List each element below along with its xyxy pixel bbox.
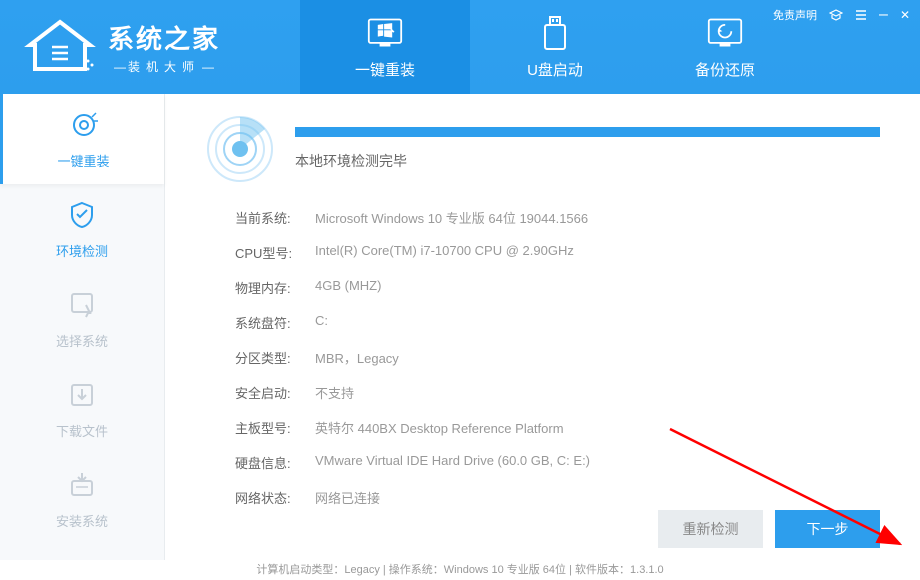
- tab-usb-boot[interactable]: U盘启动: [470, 0, 640, 94]
- info-value: Microsoft Windows 10 专业版 64位 19044.1566: [315, 208, 588, 227]
- graduation-icon[interactable]: [829, 9, 843, 21]
- recheck-button[interactable]: 重新检测: [658, 510, 763, 548]
- download-icon: [66, 379, 98, 411]
- info-label: 分区类型:: [235, 348, 315, 367]
- window-controls: 免责声明 – ✕: [773, 6, 910, 24]
- install-icon: [66, 469, 98, 501]
- info-value: Intel(R) Core(TM) i7-10700 CPU @ 2.90GHz: [315, 243, 574, 262]
- sidebar-item-download[interactable]: 下载文件: [0, 364, 164, 454]
- next-button[interactable]: 下一步: [775, 510, 880, 548]
- info-row-partition: 分区类型: MBR，Legacy: [235, 348, 880, 367]
- info-label: 主板型号:: [235, 418, 315, 437]
- sidebar-item-label: 下载文件: [56, 421, 108, 440]
- close-button[interactable]: ✕: [900, 8, 910, 22]
- info-label: 系统盘符:: [235, 313, 315, 332]
- info-row-network: 网络状态: 网络已连接: [235, 488, 880, 507]
- progress-area: 本地环境检测完毕: [295, 127, 880, 171]
- info-value: 英特尔 440BX Desktop Reference Platform: [315, 418, 564, 437]
- menu-icon[interactable]: [855, 9, 867, 21]
- sidebar-item-install[interactable]: 安装系统: [0, 454, 164, 544]
- windows-icon: [367, 15, 403, 51]
- select-icon: [66, 289, 98, 321]
- shield-check-icon: [66, 199, 98, 231]
- info-label: 硬盘信息:: [235, 453, 315, 472]
- tab-reinstall[interactable]: 一键重装: [300, 0, 470, 94]
- logo-area: 系统之家 装机大师: [0, 0, 300, 94]
- content-panel: 本地环境检测完毕 当前系统: Microsoft Windows 10 专业版 …: [165, 94, 920, 560]
- info-row-motherboard: 主板型号: 英特尔 440BX Desktop Reference Platfo…: [235, 418, 880, 437]
- action-buttons: 重新检测 下一步: [658, 510, 880, 548]
- info-row-cpu: CPU型号: Intel(R) Core(TM) i7-10700 CPU @ …: [235, 243, 880, 262]
- tab-label: U盘启动: [527, 59, 583, 80]
- disclaimer-link[interactable]: 免责声明: [773, 7, 817, 23]
- info-row-os: 当前系统: Microsoft Windows 10 专业版 64位 19044…: [235, 208, 880, 227]
- info-label: 网络状态:: [235, 488, 315, 507]
- sidebar-item-select-system[interactable]: 选择系统: [0, 274, 164, 364]
- tab-label: 备份还原: [695, 59, 755, 80]
- info-value: VMware Virtual IDE Hard Drive (60.0 GB, …: [315, 453, 590, 472]
- main-area: 一键重装 环境检测 选择系统 下载文件 安装系统: [0, 94, 920, 560]
- header-bar: 系统之家 装机大师 一键重装: [0, 0, 920, 94]
- radar-icon: [205, 114, 275, 184]
- target-icon: [68, 109, 100, 141]
- info-row-sysdrive: 系统盘符: C:: [235, 313, 880, 332]
- minimize-button[interactable]: –: [879, 6, 888, 24]
- restore-icon: [707, 15, 743, 51]
- sidebar-item-env-check[interactable]: 环境检测: [0, 184, 164, 274]
- progress-status-text: 本地环境检测完毕: [295, 151, 880, 171]
- info-row-secureboot: 安全启动: 不支持: [235, 383, 880, 402]
- tab-label: 一键重装: [355, 59, 415, 80]
- progress-row: 本地环境检测完毕: [205, 114, 880, 184]
- logo-text: 系统之家 装机大师: [108, 19, 220, 75]
- sidebar: 一键重装 环境检测 选择系统 下载文件 安装系统: [0, 94, 165, 560]
- info-row-disk: 硬盘信息: VMware Virtual IDE Hard Drive (60.…: [235, 453, 880, 472]
- footer-status: 计算机启动类型：Legacy | 操作系统：Windows 10 专业版 64位…: [0, 560, 920, 580]
- info-label: 物理内存:: [235, 278, 315, 297]
- sidebar-item-label: 环境检测: [56, 241, 108, 260]
- info-value: C:: [315, 313, 328, 332]
- info-label: CPU型号:: [235, 243, 315, 262]
- sidebar-item-label: 一键重装: [57, 151, 109, 170]
- info-row-memory: 物理内存: 4GB (MHZ): [235, 278, 880, 297]
- info-label: 当前系统:: [235, 208, 315, 227]
- logo-title: 系统之家: [108, 19, 220, 56]
- info-label: 安全启动:: [235, 383, 315, 402]
- sidebar-item-label: 安装系统: [56, 511, 108, 530]
- logo-subtitle: 装机大师: [108, 58, 220, 75]
- info-value: 不支持: [315, 383, 354, 402]
- sidebar-item-label: 选择系统: [56, 331, 108, 350]
- info-value: 网络已连接: [315, 488, 380, 507]
- info-value: 4GB (MHZ): [315, 278, 381, 297]
- sidebar-item-reinstall[interactable]: 一键重装: [0, 94, 164, 184]
- info-value: MBR，Legacy: [315, 348, 399, 367]
- house-logo-icon: [20, 17, 100, 77]
- system-info-list: 当前系统: Microsoft Windows 10 专业版 64位 19044…: [205, 208, 880, 523]
- progress-bar: [295, 127, 880, 137]
- usb-icon: [537, 15, 573, 51]
